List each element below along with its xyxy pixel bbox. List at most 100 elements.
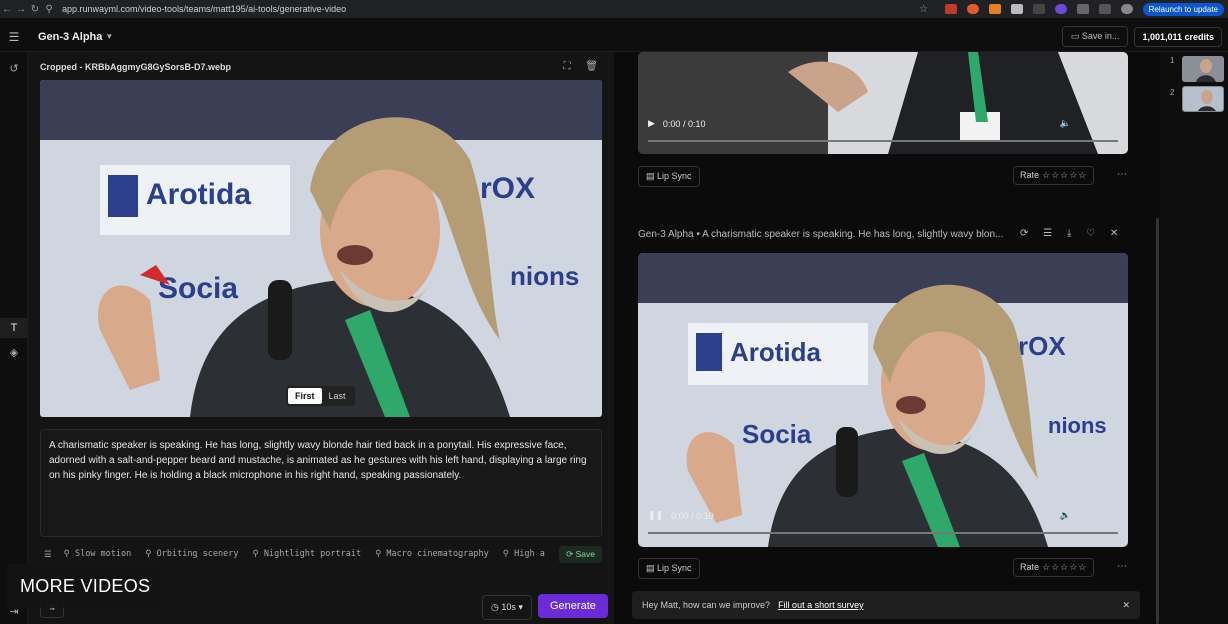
file-name: Cropped - KRBbAggmyG8GySorsB-D7.webp <box>40 62 232 72</box>
rate-label: Rate <box>1020 562 1040 572</box>
volume-icon[interactable]: 🔈 <box>1059 510 1070 521</box>
more-options-icon[interactable]: ⋯ <box>1117 169 1127 180</box>
video-time: 0:00 / 0:10 <box>671 510 714 521</box>
address-bar[interactable]: app.runwayml.com/video-tools/teams/matt1… <box>62 4 917 14</box>
backdrop-brand-text: nions <box>510 261 579 291</box>
refresh-icon[interactable]: ⟳ <box>1020 228 1028 239</box>
close-icon[interactable]: ✕ <box>1110 228 1118 239</box>
chip-label: Orbiting scenery <box>156 549 239 559</box>
speaker-image: Arotida Socia rOX nions <box>40 80 602 417</box>
backdrop-brand-text: Arotida <box>146 178 251 211</box>
video-player-2[interactable]: Arotida Socia rOX nions ❚❚ 0:00 / 0:10 🔈… <box>638 253 1128 547</box>
save-in-button[interactable]: ▭ Save in... <box>1061 26 1129 47</box>
backdrop-brand-text: Socia <box>742 419 812 449</box>
save-preset-button[interactable]: ⟳ Save <box>559 545 602 563</box>
download-icon[interactable]: ⤓ <box>1067 228 1071 239</box>
extension-icon[interactable] <box>988 4 1001 14</box>
chip-orbiting-scenery[interactable]: ⚲ Orbiting scenery <box>145 549 238 559</box>
left-rail: ↺ T ◈ ⇥ <box>0 52 28 624</box>
pause-icon[interactable]: ❚❚ <box>648 510 663 521</box>
list-icon[interactable]: ☰ <box>44 549 52 560</box>
layers-icon[interactable]: ◈ <box>0 346 28 359</box>
star-rating-icons[interactable]: ☆☆☆☆☆ <box>1042 170 1087 180</box>
more-options-icon[interactable]: ⋮ <box>1109 510 1118 521</box>
video-frame-1 <box>638 52 1128 154</box>
lip-sync-button[interactable]: ▤ Lip Sync <box>638 166 700 187</box>
app-header: ☰ Gen-3 Alpha ▼ ▭ Save in... 1,001,011 c… <box>0 22 1228 52</box>
trash-icon[interactable]: 🗑 <box>585 61 598 72</box>
lip-sync-button[interactable]: ▤ Lip Sync <box>638 558 700 579</box>
video-thumbnail-2[interactable] <box>1182 86 1224 112</box>
history-thumbnails: 1 2 <box>1160 52 1228 624</box>
chip-slow-motion[interactable]: ⚲ Slow motion <box>64 549 132 559</box>
chip-high[interactable]: ⚲ High a <box>503 549 545 559</box>
credits-badge[interactable]: 1,001,011 credits <box>1134 26 1222 47</box>
video-player-1[interactable]: ▶ 0:00 / 0:10 🔈 ⛶ ⋮ <box>638 52 1128 154</box>
text-tool-icon[interactable]: T <box>0 318 28 338</box>
video-frame-2: Arotida Socia rOX nions <box>638 253 1128 547</box>
preset-chips: ☰ ⚲ Slow motion ⚲ Orbiting scenery ⚲ Nig… <box>40 544 602 564</box>
input-image: Arotida Socia rOX nions <box>40 80 602 417</box>
lip-sync-label: Lip Sync <box>657 171 692 181</box>
chip-label: Nightlight portrait <box>263 549 362 559</box>
relaunch-button[interactable]: Relaunch to update <box>1142 2 1224 16</box>
more-videos-overlay: MORE VIDEOS <box>6 564 160 608</box>
video-progress-bar[interactable] <box>648 532 1118 534</box>
chip-macro-cinematography[interactable]: ⚲ Macro cinematography <box>375 549 489 559</box>
backdrop-brand-text: nions <box>1048 413 1107 438</box>
backdrop-brand-text: Arotida <box>730 337 822 367</box>
rate-widget[interactable]: Rate ☆☆☆☆☆ <box>1013 166 1095 185</box>
chevron-down-icon[interactable]: ▼ <box>105 32 113 41</box>
reset-icon[interactable]: ↺ <box>0 62 28 75</box>
forward-icon[interactable]: → <box>14 4 28 15</box>
extension-icon[interactable] <box>1032 4 1045 14</box>
chip-label: Slow motion <box>74 549 132 559</box>
fullscreen-icon[interactable]: ⛶ <box>1087 118 1093 129</box>
more-options-icon[interactable]: ⋮ <box>1109 118 1118 129</box>
video-controls: ▶ 0:00 / 0:10 🔈 ⛶ ⋮ <box>638 118 1128 129</box>
heart-icon[interactable]: ♡ <box>1086 228 1095 239</box>
play-icon[interactable]: ▶ <box>648 118 655 129</box>
video-progress-bar[interactable] <box>648 140 1118 142</box>
first-frame-button[interactable]: First <box>288 388 322 404</box>
generate-button[interactable]: Generate <box>538 594 608 618</box>
backdrop-brand-text: rOX <box>480 172 535 205</box>
extension-icon[interactable] <box>1054 4 1067 14</box>
list-icon[interactable]: ☰ <box>1043 228 1052 239</box>
video-thumbnail-1[interactable] <box>1182 56 1224 82</box>
crop-icon[interactable]: ⛶ <box>564 61 571 72</box>
thumbnail-number: 2 <box>1170 88 1175 97</box>
close-icon[interactable]: ✕ <box>1122 600 1130 611</box>
video-time: 0:00 / 0:10 <box>662 118 706 129</box>
save-in-label: Save in... <box>1081 31 1120 41</box>
backdrop-brand-text: rOX <box>1018 331 1066 361</box>
site-info-icon[interactable]: ⚲ <box>42 4 56 15</box>
scrollbar[interactable] <box>1156 218 1159 624</box>
extension-icon[interactable] <box>966 4 979 14</box>
download-icon[interactable] <box>1098 4 1111 14</box>
duration-select[interactable]: ◷ 10s ▾ <box>482 595 532 620</box>
fullscreen-icon[interactable]: ⛶ <box>1087 510 1093 521</box>
bookmark-star-icon[interactable]: ☆ <box>917 4 931 15</box>
extension-icon[interactable] <box>944 4 957 14</box>
extensions-puzzle-icon[interactable] <box>1076 4 1089 14</box>
extension-icon[interactable] <box>1010 4 1023 14</box>
survey-banner: Hey Matt, how can we improve? Fill out a… <box>632 591 1140 619</box>
rate-widget[interactable]: Rate ☆☆☆☆☆ <box>1013 558 1095 577</box>
reload-icon[interactable]: ↻ <box>28 4 42 15</box>
profile-avatar[interactable] <box>1120 4 1133 14</box>
hamburger-menu-icon[interactable]: ☰ <box>0 30 28 44</box>
last-frame-button[interactable]: Last <box>322 388 353 404</box>
thumbnail-number: 1 <box>1170 56 1175 65</box>
star-rating-icons[interactable]: ☆☆☆☆☆ <box>1042 562 1087 572</box>
volume-icon[interactable]: 🔈 <box>1059 118 1070 129</box>
survey-link[interactable]: Fill out a short survey <box>778 600 864 610</box>
input-panel: Cropped - KRBbAggmyG8GySorsB-D7.webp ⛶ 🗑… <box>6 52 614 624</box>
more-options-icon[interactable]: ⋯ <box>1117 561 1127 572</box>
back-icon[interactable]: ← <box>0 4 14 15</box>
model-selector[interactable]: Gen-3 Alpha <box>38 31 102 43</box>
prompt-textarea[interactable]: A charismatic speaker is speaking. He ha… <box>40 429 602 537</box>
survey-text: Hey Matt, how can we improve? <box>642 600 771 610</box>
output-panel: ▶ 0:00 / 0:10 🔈 ⛶ ⋮ ▤ Lip Sync Rate ☆☆☆☆☆… <box>614 52 1160 624</box>
chip-nightlight-portrait[interactable]: ⚲ Nightlight portrait <box>253 549 362 559</box>
